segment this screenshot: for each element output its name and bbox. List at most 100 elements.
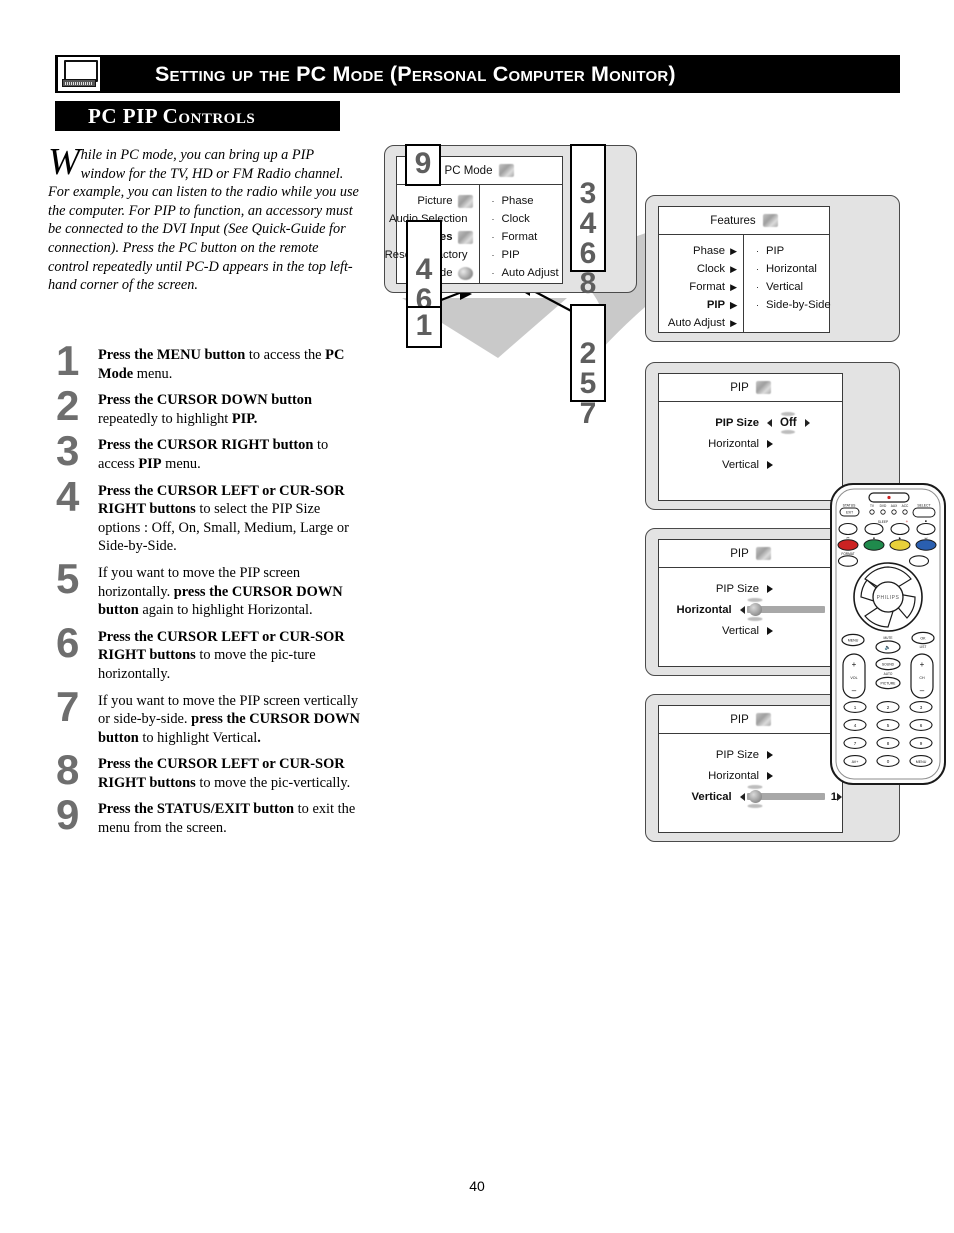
svg-text:–: –	[852, 686, 857, 695]
submenu-item-pip[interactable]: · PIP	[492, 248, 563, 263]
pip-size-row[interactable]: PIP Size	[659, 746, 842, 763]
callout-number: 1	[415, 309, 433, 342]
arrow-left-icon[interactable]	[767, 418, 772, 427]
callout-cursor-right: 3 4 6 8	[570, 144, 606, 299]
submenu-item-format[interactable]: · Format	[492, 230, 563, 245]
svg-text:AUX: AUX	[891, 504, 898, 508]
menu-item-auto-adjust[interactable]: Auto Adjust ▶	[659, 316, 737, 331]
step-text: Press the STATUS/EXIT button to exit the…	[98, 801, 356, 837]
page-title: Setting up the PC Mode (Personal Compute…	[155, 61, 676, 86]
intro-paragraph: While in PC mode, you can bring up a PIP…	[48, 143, 360, 295]
step-number: 3	[56, 427, 80, 475]
svg-text:7: 7	[854, 741, 857, 746]
pip-mini-icon	[755, 381, 771, 394]
menu-item-clock[interactable]: Clock ▶	[659, 262, 737, 277]
submenu-item-side-by-side[interactable]: · Side-by-Side	[756, 298, 831, 313]
menu-item-label: Phase	[693, 245, 726, 257]
slider-knob[interactable]	[748, 790, 762, 803]
menu-item-phase[interactable]: Phase ▶	[659, 244, 737, 259]
step-number: 7	[56, 682, 80, 730]
callout-number: 2 5 7	[579, 337, 597, 430]
bullet-icon: ·	[491, 268, 495, 278]
pc-mode-osd-title: PC Mode	[444, 164, 493, 177]
bullet-icon: ·	[756, 300, 759, 310]
pip-horizontal-row[interactable]: Horizontal 1	[659, 601, 842, 618]
menu-item-format[interactable]: Format ▶	[659, 280, 737, 295]
step-item: 5 If you want to move the PIP screen hori…	[50, 557, 365, 620]
slider-knob[interactable]	[748, 603, 762, 616]
pip-size-row[interactable]: PIP Size	[659, 580, 842, 597]
step-number: 6	[56, 618, 80, 666]
pip-horizontal-osd: PIP PIP Size Horizontal 1	[658, 539, 843, 667]
submenu-item-vertical[interactable]: · Vertical	[756, 280, 829, 295]
step-item: 2 Press the CURSOR DOWN button repeatedly…	[50, 385, 365, 428]
pip-size-row[interactable]: PIP Size Off	[659, 414, 842, 431]
chevron-right-icon: ▶	[730, 300, 737, 310]
step-text: Press the CURSOR LEFT or CUR-SOR RIGHT b…	[98, 628, 345, 682]
svg-text:■: ■	[925, 519, 927, 523]
pip-horizontal-label: Horizontal	[708, 437, 759, 450]
pip-size-value: Off	[780, 416, 797, 429]
step-item: 4 Press the CURSOR LEFT or CUR-SOR RIGHT …	[50, 475, 365, 556]
submenu-item-label: Vertical	[766, 281, 804, 293]
pip-vertical-row[interactable]: Vertical	[659, 456, 842, 473]
callout-menu: 1	[406, 306, 442, 348]
svg-text:SLEEP: SLEEP	[878, 520, 888, 524]
step-number: 9	[56, 791, 80, 839]
features-right-column: · PIP · Horizontal · Vertical · Side-by-…	[744, 235, 831, 333]
callout-cursor-down: 2 5 7	[570, 304, 606, 429]
svg-text:VOL: VOL	[850, 676, 857, 680]
vertical-slider[interactable]: 1	[746, 790, 837, 803]
svg-text:4: 4	[854, 723, 857, 728]
submenu-item-horizontal[interactable]: · Horizontal	[756, 262, 829, 277]
submenu-item-phase[interactable]: · Phase	[492, 194, 563, 209]
step-item: 3 Press the CURSOR RIGHT button to access…	[50, 427, 365, 475]
svg-text:LIST: LIST	[920, 645, 927, 649]
arrow-left-icon[interactable]	[739, 605, 745, 614]
svg-text:2: 2	[887, 705, 890, 710]
menu-item-picture[interactable]: Picture	[397, 194, 473, 209]
chevron-right-icon	[767, 439, 773, 448]
arrow-left-icon[interactable]	[739, 792, 745, 801]
arrow-right-icon[interactable]	[837, 792, 842, 801]
pip-horizontal-row[interactable]: Horizontal	[659, 435, 842, 452]
svg-text:AV+: AV+	[852, 760, 859, 764]
step-item: 8 Press the CURSOR LEFT or CUR-SOR RIGHT …	[50, 749, 365, 792]
steps-list: 1 Press the MENU button to access the PC …	[50, 340, 365, 842]
pc-monitor-mini-icon	[499, 164, 515, 177]
svg-text:SOUND: SOUND	[882, 663, 895, 667]
submenu-item-label: Phase	[501, 195, 534, 207]
features-panel: Features Phase ▶ Clock ▶ Format ▶ PIP ▶ …	[645, 195, 900, 342]
features-osd-title-row: Features	[659, 207, 829, 235]
submenu-item-label: PIP	[766, 245, 785, 257]
pip-vertical-row[interactable]: Vertical 1	[659, 788, 842, 805]
menu-item-pip[interactable]: PIP ▶	[659, 298, 737, 313]
callout-cursor-left: 4 6 8	[406, 220, 442, 345]
submenu-item-auto-adjust[interactable]: · Auto Adjust	[492, 266, 563, 281]
features-mini-icon	[457, 231, 473, 244]
pip-horizontal-row[interactable]: Horizontal	[659, 767, 842, 784]
pip-vertical-osd: PIP PIP Size Horizontal Vertical 1	[658, 705, 843, 833]
arrow-right-icon[interactable]	[804, 418, 810, 427]
callout-status-exit: 9	[405, 144, 441, 186]
remote-control-illustration: STATUS EXIT SELECT TV DVD AUX ACC SLEEP …	[830, 483, 946, 785]
svg-text:MENU: MENU	[916, 760, 927, 764]
svg-text:🔈: 🔈	[885, 645, 891, 651]
step-item: 6 Press the CURSOR LEFT or CUR-SOR RIGHT …	[50, 618, 365, 684]
submenu-item-clock[interactable]: · Clock	[492, 212, 563, 227]
features-osd: Features Phase ▶ Clock ▶ Format ▶ PIP ▶ …	[658, 206, 831, 333]
step-text: Press the CURSOR RIGHT button to access …	[98, 437, 329, 472]
chevron-right-icon: ▶	[730, 246, 737, 256]
pip-vertical-row[interactable]: Vertical	[659, 622, 842, 639]
submenu-item-pip[interactable]: · PIP	[756, 244, 829, 259]
step-text: If you want to move the PIP screen verti…	[98, 692, 360, 746]
pip-vertical-label: Vertical	[691, 790, 732, 803]
svg-text:8: 8	[887, 741, 890, 746]
bullet-icon: ·	[491, 232, 495, 242]
chevron-right-icon	[767, 626, 773, 635]
features-left-column: Phase ▶ Clock ▶ Format ▶ PIP ▶ Auto Adju…	[659, 235, 744, 333]
horizontal-slider[interactable]: 1	[746, 603, 837, 616]
svg-text:MUTE: MUTE	[883, 636, 892, 640]
chevron-right-icon: ▶	[730, 282, 737, 292]
svg-text:ACC: ACC	[902, 504, 909, 508]
